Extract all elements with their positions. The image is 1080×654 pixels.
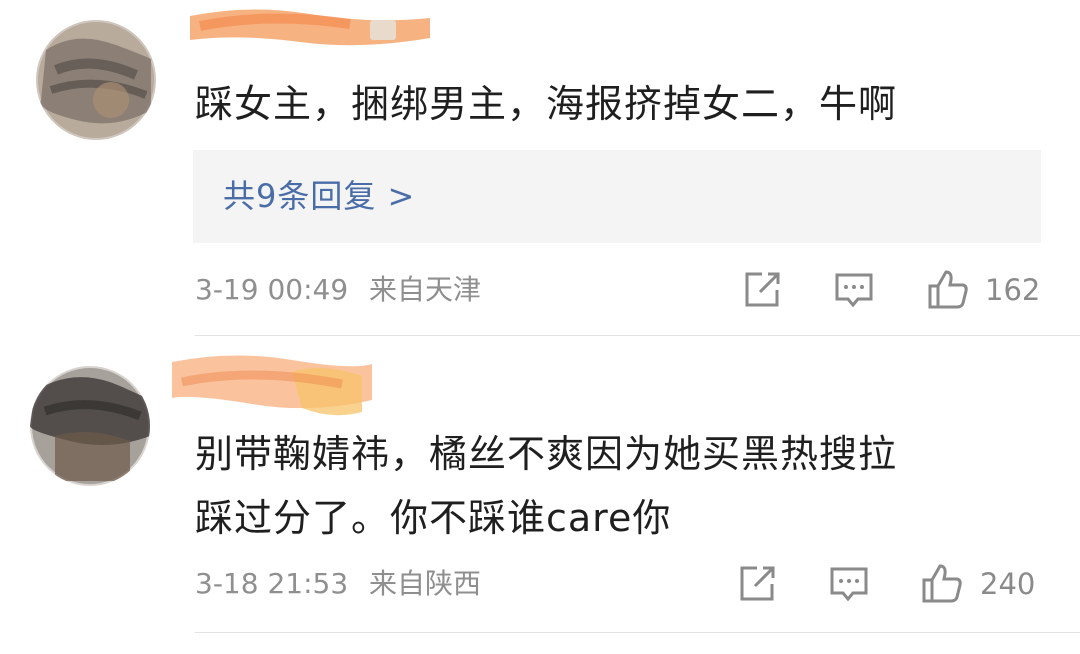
- share-button[interactable]: [737, 564, 777, 604]
- share-button[interactable]: [742, 270, 782, 310]
- comment-location: 来自天津: [369, 273, 482, 306]
- comment-meta: 3-18 21:53 来自陕西: [195, 564, 481, 604]
- comment-date: 3-18 21:53: [195, 567, 349, 600]
- comment-text-line: 踩过分了。你不踩谁care你: [195, 496, 672, 540]
- comment-button[interactable]: [834, 270, 874, 310]
- thumbs-up-icon: [928, 270, 968, 309]
- comment-date: 3-19 00:49: [195, 273, 349, 306]
- comment-text: 踩女主，捆绑男主，海报挤掉女二，牛啊: [195, 72, 897, 136]
- comment-text-line: 别带鞠婧祎，橘丝不爽因为她买黑热搜拉: [195, 432, 898, 476]
- view-replies-link[interactable]: 共9条回复 >: [223, 174, 415, 218]
- share-icon: [740, 566, 775, 601]
- avatar[interactable]: [36, 20, 156, 140]
- comment-icon: [835, 273, 873, 308]
- username-redacted[interactable]: [190, 4, 440, 52]
- comment-text-line: 踩女主，捆绑男主，海报挤掉女二，牛啊: [195, 82, 898, 126]
- like-count: 240: [980, 567, 1036, 601]
- comment-icon: [830, 567, 868, 602]
- comment-item-2: 别带鞠婧祎，橘丝不爽因为她买黑热搜拉 踩过分了。你不踩谁care你 3-18 2…: [0, 336, 1080, 654]
- comment-meta: 3-19 00:49 来自天津: [195, 270, 481, 310]
- comment-location: 来自陕西: [369, 567, 482, 600]
- like-button[interactable]: [921, 562, 963, 604]
- divider: [195, 632, 1080, 633]
- comment-item-1: 踩女主，捆绑男主，海报挤掉女二，牛啊 共9条回复 > 3-19 00:49 来自…: [0, 0, 1080, 336]
- like-button[interactable]: [927, 268, 969, 310]
- username-redacted[interactable]: [172, 342, 372, 422]
- avatar[interactable]: [30, 366, 150, 486]
- like-count: 162: [985, 273, 1041, 307]
- replies-box[interactable]: 共9条回复 >: [193, 150, 1041, 243]
- comment-text: 别带鞠婧祎，橘丝不爽因为她买黑热搜拉 踩过分了。你不踩谁care你: [195, 422, 897, 550]
- thumbs-up-icon: [922, 564, 962, 603]
- share-icon: [745, 272, 780, 307]
- comment-button[interactable]: [829, 564, 869, 604]
